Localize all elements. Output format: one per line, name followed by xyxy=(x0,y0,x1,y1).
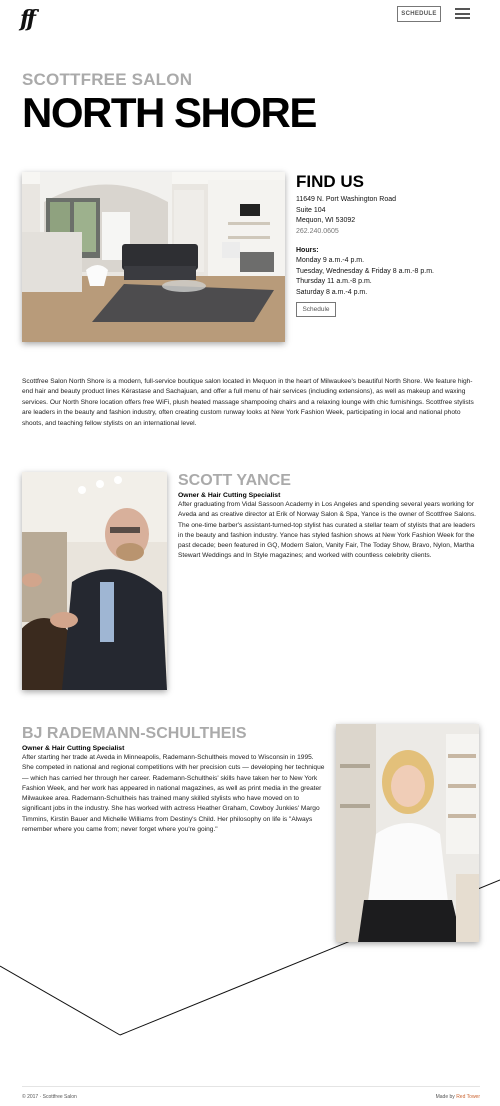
scott-yance-photo xyxy=(22,472,167,690)
made-by-prefix: Made by xyxy=(435,1094,455,1100)
stylist-role: Owner & Hair Cutting Specialist xyxy=(178,492,281,499)
copyright-text: © 2017 · Scottfree Salon xyxy=(22,1094,77,1100)
bj-rademann-schultheis-bio: BJ RADEMANN-SCHULTHEIS Owner & Hair Cutt… xyxy=(22,725,327,835)
stylist-role: Owner & Hair Cutting Specialist xyxy=(22,745,125,752)
made-by-link[interactable]: Red Tower xyxy=(456,1094,480,1100)
stylist-name: BJ RADEMANN-SCHULTHEIS xyxy=(22,725,247,742)
bj-rademann-schultheis-photo xyxy=(336,724,479,942)
made-by: Made by Red Tower xyxy=(436,1094,480,1100)
scott-yance-bio: SCOTT YANCE Owner & Hair Cutting Special… xyxy=(178,472,478,562)
footer-divider xyxy=(22,1086,480,1087)
stylist-bio-text: After graduating from Vidal Sassoon Acad… xyxy=(178,501,476,560)
stylist-bio-text: After starting her trade at Aveda in Min… xyxy=(22,754,325,834)
stylist-name: SCOTT YANCE xyxy=(178,472,291,489)
